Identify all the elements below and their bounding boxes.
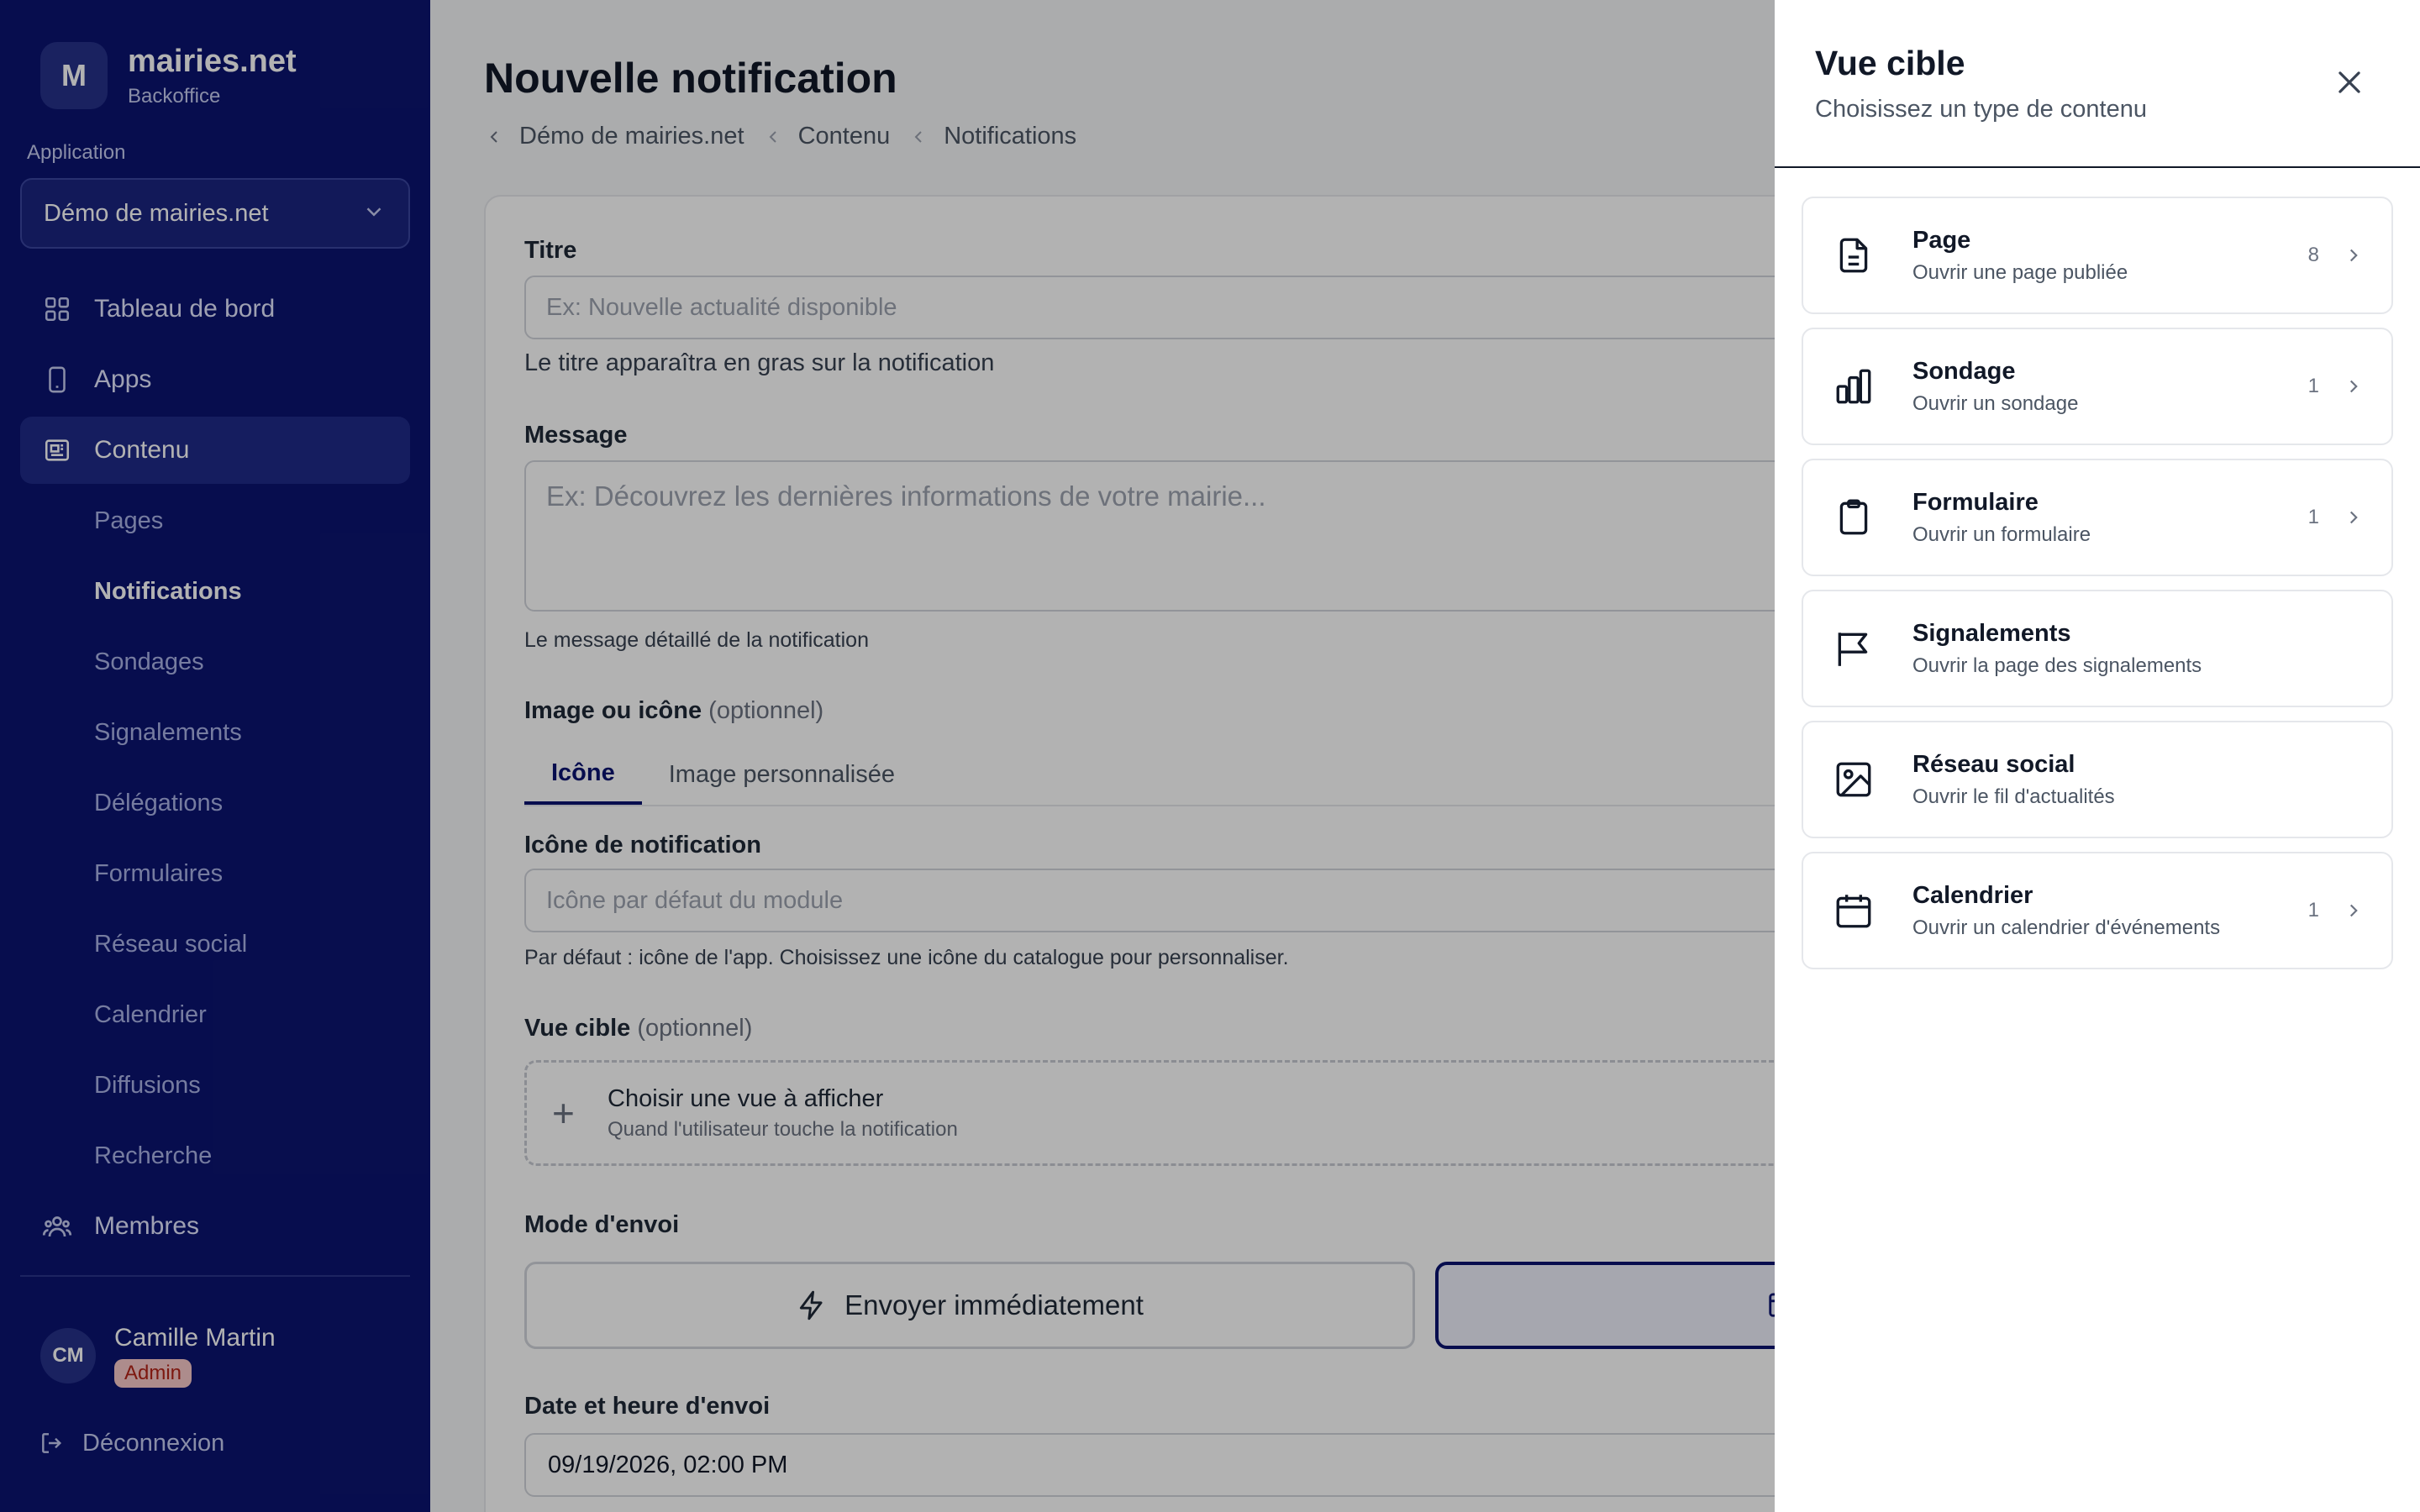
document-icon — [1830, 232, 1877, 279]
drawer-subtitle: Choisissez un type de contenu — [1815, 96, 2147, 123]
option-calendar[interactable]: Calendrier Ouvrir un calendrier d'événem… — [1802, 852, 2393, 969]
option-description: Ouvrir un calendrier d'événements — [1912, 916, 2221, 939]
option-title: Formulaire — [1912, 488, 2039, 516]
option-title: Sondage — [1912, 357, 2016, 385]
drawer-header: Vue cible Choisissez un type de contenu — [1775, 0, 2420, 168]
target-view-drawer: Vue cible Choisissez un type de contenu … — [1775, 0, 2420, 1512]
option-description: Ouvrir un formulaire — [1912, 522, 2091, 546]
option-title: Signalements — [1912, 619, 2071, 647]
chevron-right-icon — [2343, 899, 2366, 922]
chevron-right-icon — [2343, 244, 2366, 267]
option-title: Calendrier — [1912, 881, 2033, 909]
option-description: Ouvrir un sondage — [1912, 391, 2079, 415]
clipboard-icon — [1830, 494, 1877, 541]
option-social[interactable]: Réseau social Ouvrir le fil d'actualités — [1802, 721, 2393, 838]
option-count: 1 — [2307, 506, 2319, 528]
chevron-right-icon — [2343, 375, 2366, 398]
option-description: Ouvrir la page des signalements — [1912, 654, 2202, 677]
calendar-icon — [1830, 887, 1877, 934]
option-count: 8 — [2307, 244, 2319, 266]
chevron-right-icon — [2343, 506, 2366, 529]
option-count: 1 — [2307, 899, 2319, 921]
option-description: Ouvrir le fil d'actualités — [1912, 785, 2115, 808]
option-page[interactable]: Page Ouvrir une page publiée 8 — [1802, 197, 2393, 314]
option-title: Réseau social — [1912, 750, 2075, 778]
option-poll[interactable]: Sondage Ouvrir un sondage 1 — [1802, 328, 2393, 445]
close-icon[interactable] — [2326, 59, 2373, 106]
drawer-title: Vue cible — [1815, 44, 1965, 82]
option-description: Ouvrir une page publiée — [1912, 260, 2128, 284]
content-type-list: Page Ouvrir une page publiée 8 Sondage O… — [1802, 197, 2393, 983]
option-count: 1 — [2307, 375, 2319, 397]
option-reports[interactable]: Signalements Ouvrir la page des signalem… — [1802, 590, 2393, 707]
flag-icon — [1830, 625, 1877, 672]
image-icon — [1830, 756, 1877, 803]
bar-chart-icon — [1830, 363, 1877, 410]
option-form[interactable]: Formulaire Ouvrir un formulaire 1 — [1802, 459, 2393, 576]
option-title: Page — [1912, 226, 1971, 254]
